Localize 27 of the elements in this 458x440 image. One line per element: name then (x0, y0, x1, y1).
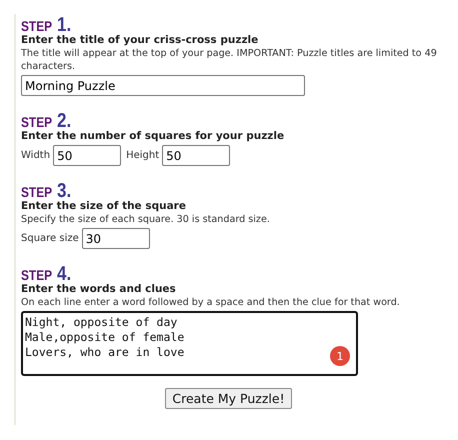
input-field[interactable]: 30 (82, 228, 150, 249)
notification-badge: 1 (330, 346, 350, 366)
step-label: STEP (21, 114, 52, 130)
step-title: Enter the words and clues (21, 283, 177, 296)
step-label: STEP (21, 18, 52, 34)
input-field[interactable]: 50 (53, 145, 122, 166)
step-number: 3. (56, 180, 71, 202)
text-line: Male,opposite of female (25, 330, 184, 345)
text-line: Night, opposite of day (25, 315, 178, 330)
text-line: Lovers, who are in love (25, 345, 184, 360)
step-label: STEP (21, 184, 52, 200)
step-description: Specify the size of each square. 30 is standard size. (21, 213, 271, 226)
step-title: Enter the title of your criss-cross puzzle (21, 34, 260, 47)
input-field[interactable]: 50 (162, 145, 230, 166)
step-title: Enter the size of the square (21, 200, 187, 213)
step-number: 2. (56, 110, 71, 132)
field-label: Square size (21, 233, 79, 244)
step-number: 4. (56, 263, 71, 285)
step-title: Enter the number of squares for your puzzle (21, 130, 286, 143)
step-number: 1. (56, 14, 71, 36)
step-description: On each line enter a word followed by a space and then the clue for that word. (21, 296, 401, 309)
field-label: Width (21, 150, 50, 161)
step-description: The title will appear at the top of your page. IMPORTANT: Puzzle titles are limited to 49 characters. (21, 47, 438, 73)
input-field[interactable]: Morning Puzzle (21, 75, 305, 96)
step-label: STEP (21, 267, 52, 283)
field-label: Height (126, 150, 160, 161)
create-puzzle-button[interactable]: Create My Puzzle! (165, 388, 292, 409)
